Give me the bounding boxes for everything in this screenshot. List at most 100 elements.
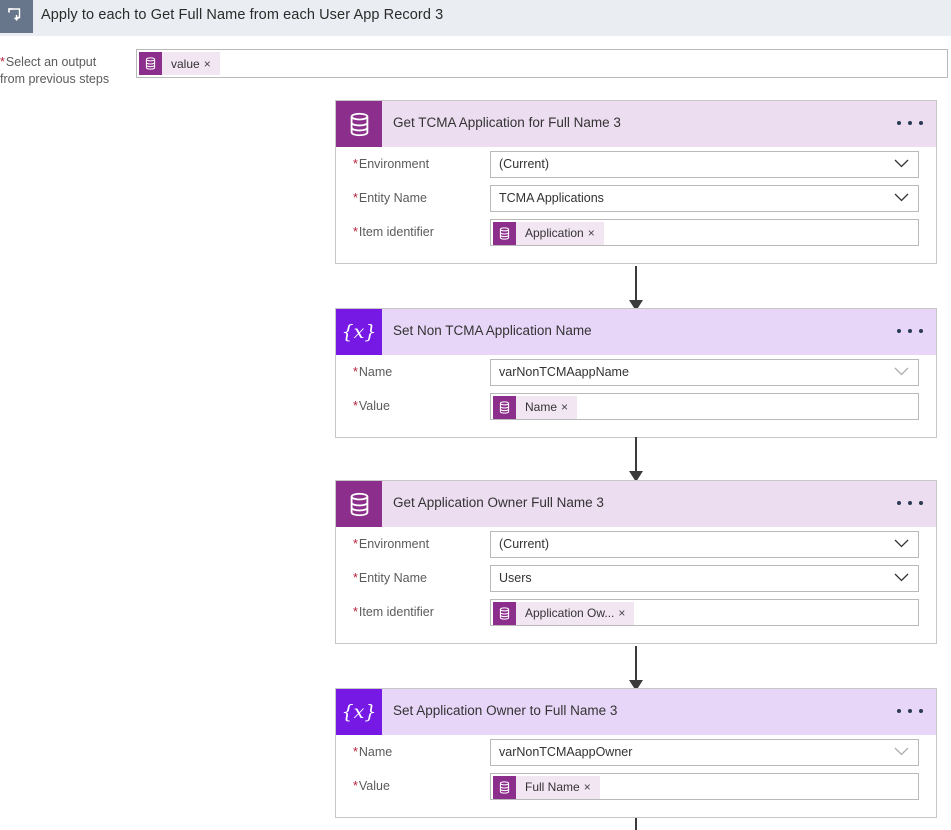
card-get-application-owner-full-name[interactable]: Get Application Owner Full Name 3 *Envir… bbox=[335, 480, 937, 644]
card-header: Get TCMA Application for Full Name 3 bbox=[336, 101, 936, 147]
field-value: (Current) bbox=[499, 537, 550, 551]
token-chip[interactable]: value × bbox=[139, 52, 220, 75]
field-row-value: *Value Full Name × bbox=[353, 769, 919, 803]
token-remove-icon[interactable]: × bbox=[561, 401, 577, 413]
more-options-icon[interactable] bbox=[897, 493, 923, 513]
field-label: *Name bbox=[353, 745, 490, 759]
card-set-non-tcma-application-name[interactable]: {x} Set Non TCMA Application Name *Name … bbox=[335, 308, 937, 438]
field-row-item-identifier: *Item identifier Application × bbox=[353, 215, 919, 249]
field-label: *Item identifier bbox=[353, 605, 490, 619]
environment-dropdown[interactable]: (Current) bbox=[490, 150, 919, 178]
field-label-text: Value bbox=[358, 779, 390, 793]
scope-header-bar: Apply to each to Get Full Name from each… bbox=[0, 0, 951, 36]
field-value: varNonTCMAappOwner bbox=[499, 745, 633, 759]
token-label: Name bbox=[525, 400, 558, 414]
field-label-text: Item identifier bbox=[358, 605, 434, 619]
field-value: TCMA Applications bbox=[499, 191, 604, 205]
card-body: *Environment (Current) *Entity Name User… bbox=[336, 527, 936, 643]
field-label-text: Item identifier bbox=[358, 225, 434, 239]
field-label-text: Name bbox=[358, 365, 393, 379]
field-label: *Environment bbox=[353, 157, 490, 171]
database-icon bbox=[493, 395, 516, 419]
item-identifier-input[interactable]: Application Ow... × bbox=[490, 598, 919, 626]
card-title: Set Application Owner to Full Name 3 bbox=[393, 703, 618, 718]
field-value: Users bbox=[499, 571, 532, 585]
field-label: *Entity Name bbox=[353, 191, 490, 205]
card-title: Get TCMA Application for Full Name 3 bbox=[393, 115, 621, 130]
output-selector-label-line1: Select an output bbox=[5, 55, 97, 69]
more-options-icon[interactable] bbox=[897, 701, 923, 721]
variable-icon: {x} bbox=[336, 689, 382, 735]
field-label-text: Entity Name bbox=[358, 571, 427, 585]
card-body: *Environment (Current) *Entity Name TCMA… bbox=[336, 147, 936, 263]
token-label: Application bbox=[525, 226, 584, 240]
entity-name-dropdown[interactable]: Users bbox=[490, 564, 919, 592]
field-row-entity-name: *Entity Name Users bbox=[353, 561, 919, 595]
token-chip[interactable]: Full Name × bbox=[493, 775, 600, 799]
field-label-text: Entity Name bbox=[358, 191, 427, 205]
required-asterisk: * bbox=[353, 779, 358, 793]
required-asterisk: * bbox=[353, 571, 358, 585]
chevron-down-icon bbox=[894, 189, 909, 207]
card-body: *Name varNonTCMAappName *Value Name × bbox=[336, 355, 936, 437]
token-remove-icon[interactable]: × bbox=[618, 607, 634, 619]
environment-dropdown[interactable]: (Current) bbox=[490, 530, 919, 558]
chevron-down-icon bbox=[894, 155, 909, 173]
item-identifier-input[interactable]: Application × bbox=[490, 218, 919, 246]
more-options-icon[interactable] bbox=[897, 321, 923, 341]
field-label: *Value bbox=[353, 779, 490, 793]
token-chip[interactable]: Application × bbox=[493, 221, 604, 245]
output-selector-input[interactable]: value × bbox=[136, 49, 948, 78]
card-get-tcma-application[interactable]: Get TCMA Application for Full Name 3 *En… bbox=[335, 100, 937, 264]
card-header: Get Application Owner Full Name 3 bbox=[336, 481, 936, 527]
chevron-down-icon bbox=[894, 743, 909, 761]
chevron-down-icon bbox=[894, 569, 909, 587]
token-remove-icon[interactable]: × bbox=[584, 781, 600, 793]
field-label: *Item identifier bbox=[353, 225, 490, 239]
token-chip[interactable]: Name × bbox=[493, 395, 578, 419]
field-row-environment: *Environment (Current) bbox=[353, 147, 919, 181]
field-row-value: *Value Name × bbox=[353, 389, 919, 423]
field-row-name: *Name varNonTCMAappName bbox=[353, 355, 919, 389]
variable-name-dropdown[interactable]: varNonTCMAappOwner bbox=[490, 738, 919, 766]
chevron-down-icon bbox=[894, 363, 909, 381]
field-value: (Current) bbox=[499, 157, 550, 171]
card-title: Set Non TCMA Application Name bbox=[393, 323, 592, 338]
more-options-icon[interactable] bbox=[897, 113, 923, 133]
variable-icon: {x} bbox=[336, 309, 382, 355]
token-remove-icon[interactable]: × bbox=[588, 227, 604, 239]
required-asterisk: * bbox=[353, 745, 358, 759]
required-asterisk: * bbox=[353, 157, 358, 171]
field-row-entity-name: *Entity Name TCMA Applications bbox=[353, 181, 919, 215]
entity-name-dropdown[interactable]: TCMA Applications bbox=[490, 184, 919, 212]
scope-title: Apply to each to Get Full Name from each… bbox=[41, 7, 444, 23]
variable-name-dropdown[interactable]: varNonTCMAappName bbox=[490, 358, 919, 386]
card-set-application-owner-to-full-name[interactable]: {x} Set Application Owner to Full Name 3… bbox=[335, 688, 937, 818]
required-asterisk: * bbox=[353, 537, 358, 551]
connector-arrow bbox=[629, 266, 643, 311]
card-header: {x} Set Application Owner to Full Name 3 bbox=[336, 689, 936, 735]
field-label-text: Value bbox=[358, 399, 390, 413]
token-remove-icon[interactable]: × bbox=[204, 58, 220, 70]
database-icon bbox=[493, 775, 516, 799]
variable-value-input[interactable]: Name × bbox=[490, 392, 919, 420]
connector-arrow bbox=[629, 646, 643, 691]
chevron-down-icon bbox=[894, 535, 909, 553]
required-asterisk: * bbox=[353, 225, 358, 239]
variable-value-input[interactable]: Full Name × bbox=[490, 772, 919, 800]
field-row-item-identifier: *Item identifier Application Ow... × bbox=[353, 595, 919, 629]
connector-arrow-partial bbox=[635, 818, 637, 830]
required-asterisk: * bbox=[353, 365, 358, 379]
field-label: *Environment bbox=[353, 537, 490, 551]
token-chip[interactable]: Application Ow... × bbox=[493, 601, 635, 625]
required-asterisk: * bbox=[353, 399, 358, 413]
required-asterisk: * bbox=[0, 55, 5, 69]
token-label: Full Name bbox=[525, 780, 580, 794]
connector-arrow bbox=[629, 437, 643, 482]
field-label: *Value bbox=[353, 399, 490, 413]
output-selector-label: *Select an output from previous steps bbox=[0, 54, 130, 88]
field-label-text: Environment bbox=[358, 537, 430, 551]
field-label-text: Name bbox=[358, 745, 393, 759]
card-body: *Name varNonTCMAappOwner *Value Full Nam… bbox=[336, 735, 936, 817]
card-title: Get Application Owner Full Name 3 bbox=[393, 495, 604, 510]
